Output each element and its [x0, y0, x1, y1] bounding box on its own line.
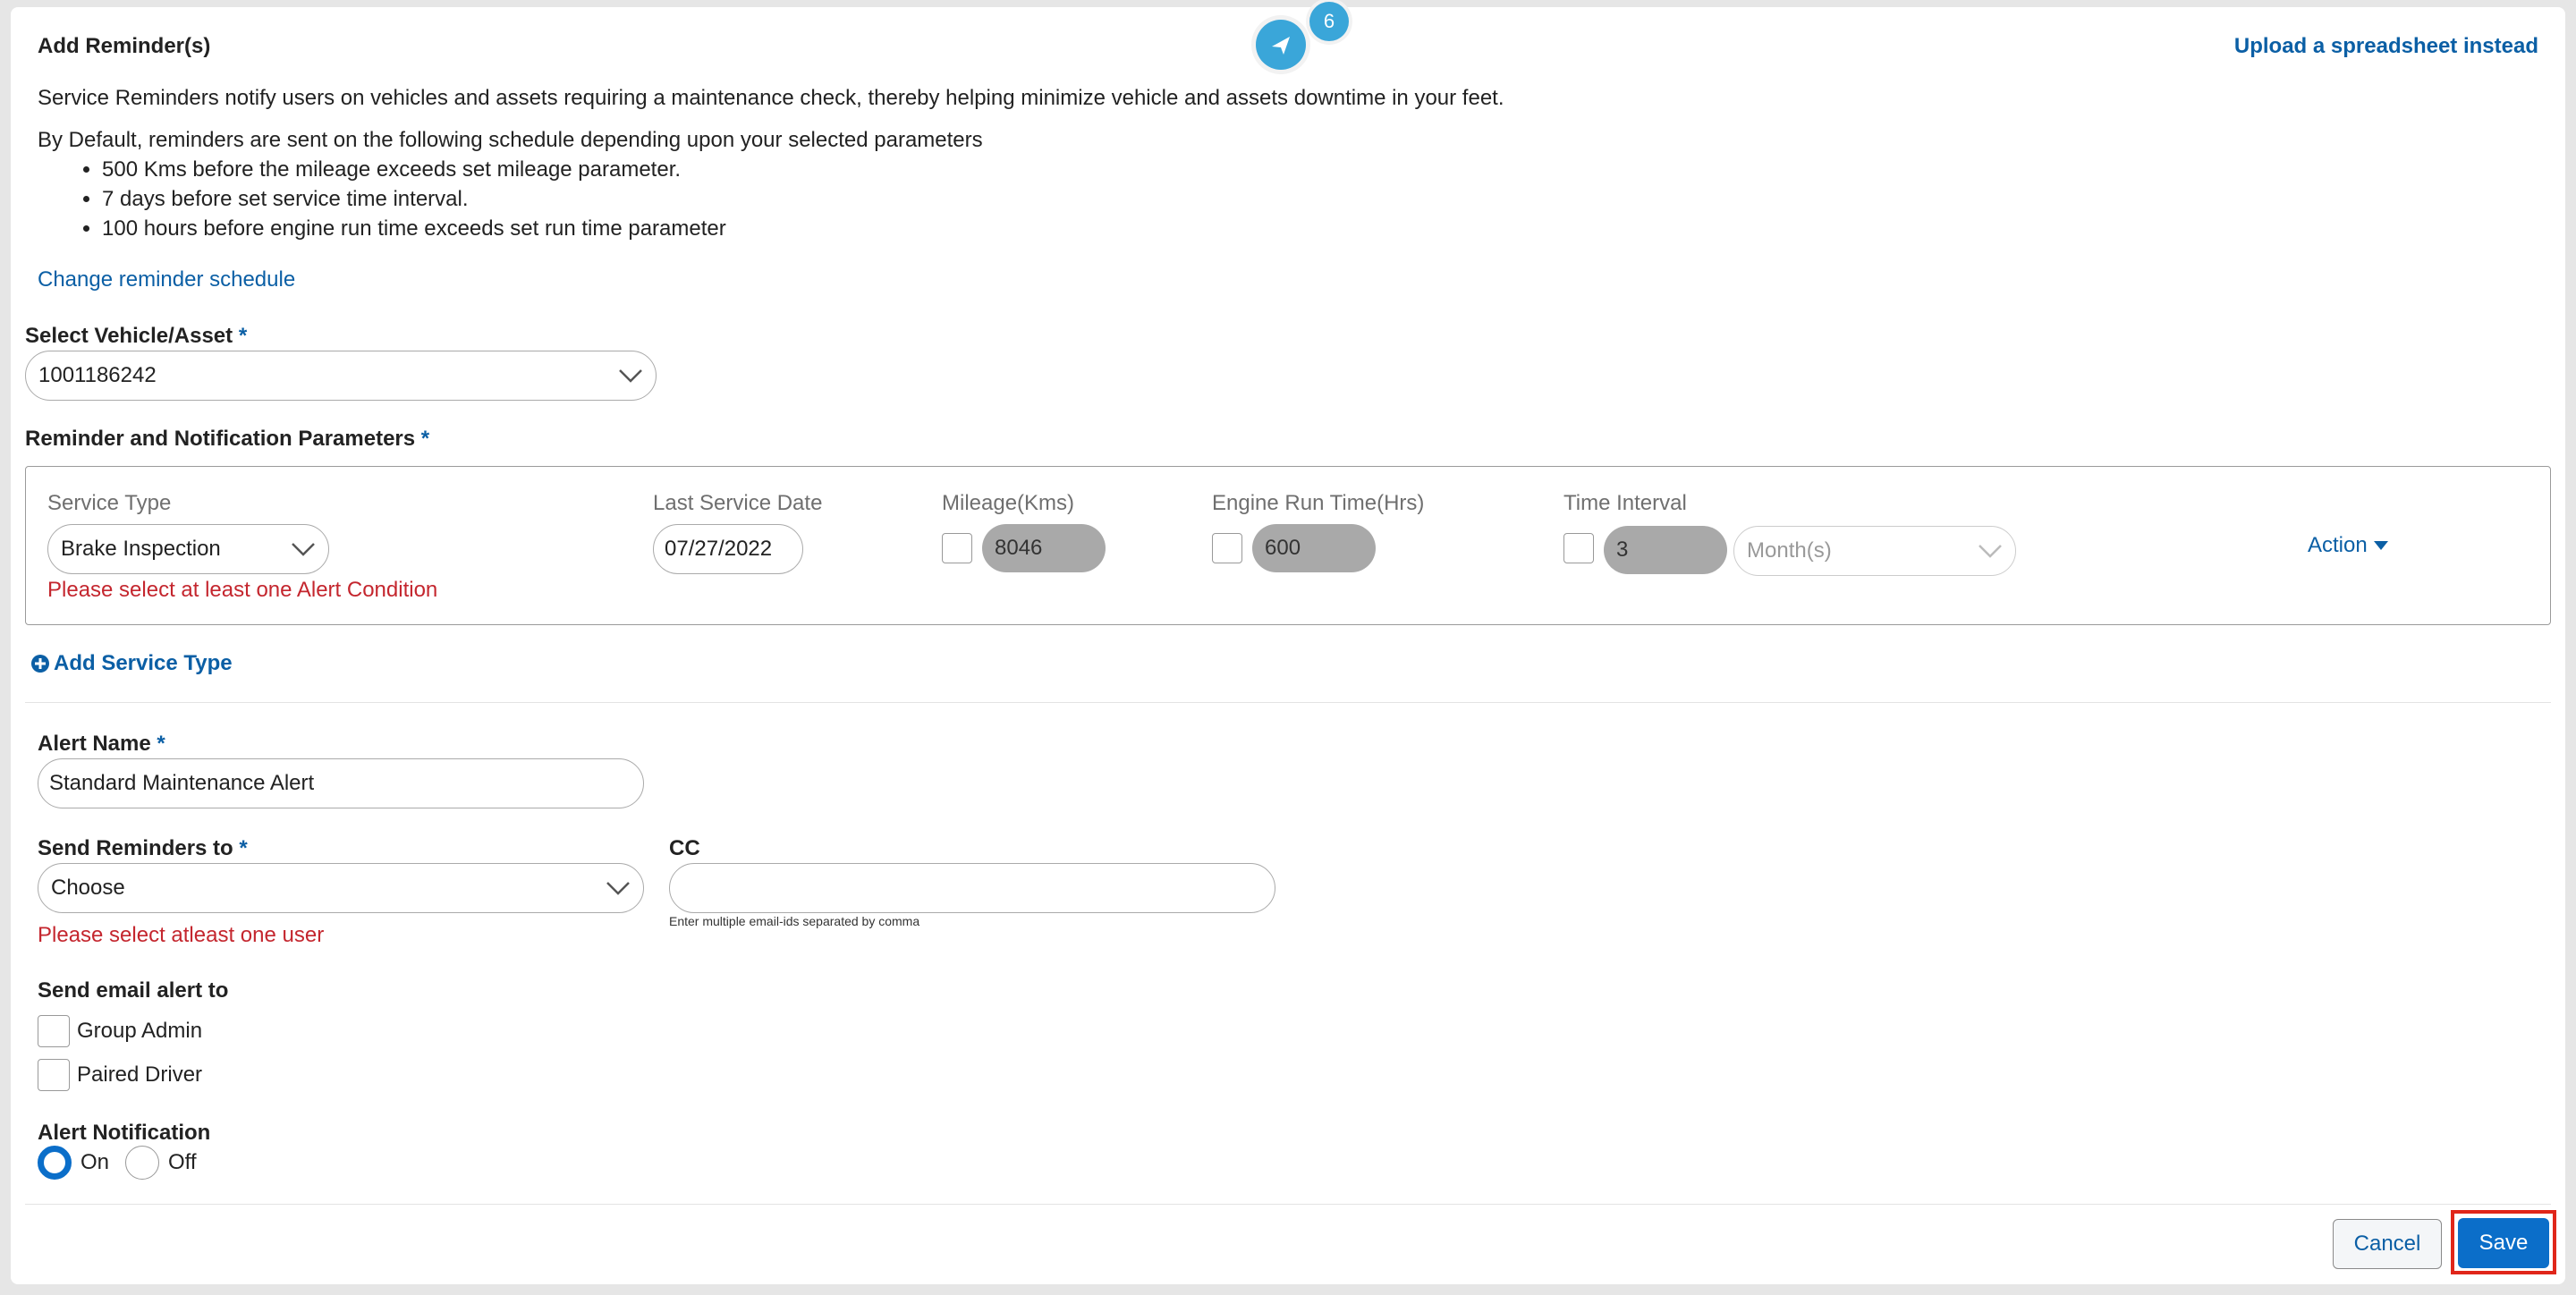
time-unit-value: Month(s) — [1747, 538, 1832, 563]
schedule-list: 500 Kms before the mileage exceeds set m… — [38, 155, 726, 243]
cancel-button[interactable]: Cancel — [2333, 1219, 2442, 1269]
group-admin-checkbox[interactable] — [38, 1015, 70, 1047]
params-label: Reminder and Notification Parameters * — [25, 427, 429, 452]
guide-count-badge: 6 — [1309, 2, 1349, 41]
off-radio[interactable] — [125, 1146, 160, 1180]
last-service-date-value: 07/27/2022 — [665, 537, 773, 561]
caret-down-icon — [2373, 541, 2388, 550]
email-alert-label: Send email alert to — [38, 978, 229, 1003]
time-interval-value: 3 — [1616, 537, 1629, 562]
engine-run-time-checkbox[interactable] — [1212, 533, 1242, 563]
alert-condition-error: Please select at least one Alert Conditi… — [47, 578, 438, 602]
list-item: 500 Kms before the mileage exceeds set m… — [102, 155, 726, 184]
action-menu[interactable]: Action — [2308, 533, 2389, 558]
required-mark: * — [238, 324, 248, 348]
engine-run-time-value: 600 — [1265, 536, 1301, 560]
alert-notification-label: Alert Notification — [38, 1121, 211, 1145]
group-admin-option[interactable]: Group Admin — [38, 1015, 202, 1047]
last-service-date-column-label: Last Service Date — [653, 491, 823, 515]
time-interval-checkbox[interactable] — [1563, 533, 1594, 563]
guide-launcher[interactable] — [1256, 20, 1306, 70]
guide-count: 6 — [1323, 10, 1335, 32]
add-service-type-link[interactable]: Add Service Type — [30, 651, 233, 676]
mileage-column-label: Mileage(Kms) — [942, 491, 1075, 515]
navigation-arrow-icon — [1272, 37, 1290, 55]
vehicle-label: Select Vehicle/Asset * — [25, 324, 247, 349]
list-item: 100 hours before engine run time exceeds… — [102, 214, 726, 243]
chevron-down-icon — [619, 369, 642, 383]
default-schedule-text: By Default, reminders are sent on the fo… — [38, 128, 983, 152]
alert-notification-radios: On Off — [38, 1146, 197, 1180]
vehicle-select-value: 1001186242 — [38, 363, 157, 387]
chevron-down-icon — [606, 882, 630, 895]
chevron-down-icon — [1979, 545, 2002, 558]
vehicle-select[interactable]: 1001186242 — [25, 351, 657, 401]
vehicle-label-text: Select Vehicle/Asset — [25, 324, 233, 348]
time-unit-select[interactable]: Month(s) — [1733, 526, 2016, 576]
service-type-value: Brake Inspection — [61, 537, 221, 561]
plus-circle-icon — [31, 655, 49, 673]
cc-hint: Enter multiple email-ids separated by co… — [669, 914, 920, 928]
upload-spreadsheet-link[interactable]: Upload a spreadsheet instead — [2234, 34, 2538, 59]
page-title: Add Reminder(s) — [38, 34, 211, 58]
time-interval-input[interactable]: 3 — [1604, 526, 1727, 574]
engine-run-time-column-label: Engine Run Time(Hrs) — [1212, 491, 1425, 515]
mileage-value: 8046 — [995, 536, 1043, 560]
paired-driver-label: Paired Driver — [77, 1062, 203, 1087]
engine-run-time-input[interactable]: 600 — [1252, 524, 1376, 572]
send-reminders-label-text: Send Reminders to — [38, 836, 233, 860]
required-mark: * — [239, 836, 248, 860]
paired-driver-option[interactable]: Paired Driver — [38, 1059, 202, 1091]
on-label: On — [80, 1150, 110, 1174]
list-item: 7 days before set service time interval. — [102, 184, 726, 214]
off-label: Off — [168, 1150, 197, 1174]
time-interval-column-label: Time Interval — [1563, 491, 1687, 515]
mileage-checkbox[interactable] — [942, 533, 972, 563]
alert-name-input[interactable]: Standard Maintenance Alert — [38, 758, 644, 808]
send-reminders-select[interactable]: Choose — [38, 863, 644, 913]
change-reminder-schedule-link[interactable]: Change reminder schedule — [38, 267, 295, 292]
send-reminders-label: Send Reminders to * — [38, 836, 248, 861]
last-service-date-input[interactable]: 07/27/2022 — [653, 524, 803, 574]
required-mark: * — [157, 732, 165, 756]
footer-divider — [25, 1204, 2551, 1205]
save-button[interactable]: Save — [2458, 1218, 2549, 1268]
guide-button[interactable] — [1256, 20, 1306, 70]
group-admin-label: Group Admin — [77, 1019, 203, 1043]
send-reminders-value: Choose — [51, 876, 125, 900]
service-type-select[interactable]: Brake Inspection — [47, 524, 329, 574]
page: Add Reminder(s) Upload a spreadsheet ins… — [0, 0, 2576, 1295]
on-radio[interactable] — [38, 1146, 72, 1180]
alert-name-value: Standard Maintenance Alert — [49, 771, 315, 795]
action-label: Action — [2308, 533, 2368, 557]
paired-driver-checkbox[interactable] — [38, 1059, 70, 1091]
required-mark: * — [420, 427, 430, 451]
service-type-column-label: Service Type — [47, 491, 172, 515]
mileage-input[interactable]: 8046 — [982, 524, 1106, 572]
service-reminder-description: Service Reminders notify users on vehicl… — [38, 86, 1504, 110]
params-label-text: Reminder and Notification Parameters — [25, 427, 416, 451]
add-service-type-label: Add Service Type — [54, 651, 233, 675]
alert-name-label-text: Alert Name — [38, 732, 151, 756]
chevron-down-icon — [292, 543, 315, 556]
cc-label: CC — [669, 836, 700, 860]
divider — [25, 702, 2551, 703]
cc-input[interactable] — [669, 863, 1275, 913]
alert-name-label: Alert Name * — [38, 732, 165, 757]
send-reminders-error: Please select atleast one user — [38, 923, 325, 947]
